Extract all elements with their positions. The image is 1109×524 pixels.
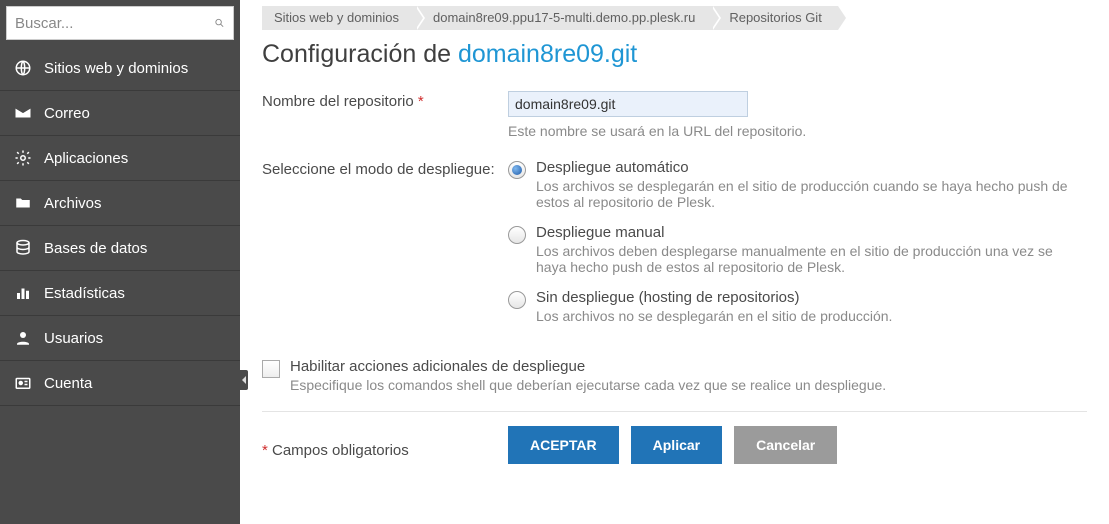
checkbox-icon[interactable] [262, 360, 280, 378]
id-card-icon [14, 374, 32, 392]
divider [262, 411, 1087, 412]
deploy-mode-none[interactable]: Sin despliegue (hosting de repositorios)… [508, 289, 1087, 324]
nav-item-label: Estadísticas [44, 285, 125, 302]
breadcrumb-item[interactable]: Repositorios Git [711, 6, 837, 30]
nav-websites-domains[interactable]: Sitios web y dominios [0, 46, 240, 91]
nav-item-label: Usuarios [44, 330, 103, 347]
search-icon[interactable] [214, 15, 225, 31]
option-title: Sin despliegue (hosting de repositorios) [536, 289, 892, 306]
database-icon [14, 239, 32, 257]
nav-applications[interactable]: Aplicaciones [0, 136, 240, 181]
option-title: Despliegue automático [536, 159, 1087, 176]
enable-additional-actions[interactable]: Habilitar acciones adicionales de despli… [262, 358, 1087, 393]
nav-mail[interactable]: Correo [0, 91, 240, 136]
checkbox-desc: Especifique los comandos shell que deber… [290, 377, 886, 393]
option-desc: Los archivos deben desplegarse manualmen… [536, 243, 1087, 275]
nav-account[interactable]: Cuenta [0, 361, 240, 406]
nav-item-label: Correo [44, 105, 90, 122]
breadcrumb-item[interactable]: domain8re09.ppu17-5-multi.demo.pp.plesk.… [415, 6, 711, 30]
option-desc: Los archivos se desplegarán en el sitio … [536, 178, 1087, 210]
page-title-prefix: Configuración de [262, 40, 458, 68]
repo-name-hint: Este nombre se usará en la URL del repos… [508, 123, 1087, 139]
option-desc: Los archivos no se desplegarán en el sit… [536, 308, 892, 324]
nav-item-label: Bases de datos [44, 240, 147, 257]
accept-button[interactable]: ACEPTAR [508, 426, 619, 464]
cancel-button[interactable]: Cancelar [734, 426, 837, 464]
bar-chart-icon [14, 284, 32, 302]
nav-statistics[interactable]: Estadísticas [0, 271, 240, 316]
deploy-mode-label: Seleccione el modo de despliegue: [262, 159, 508, 178]
page-title: Configuración de domain8re09.git [262, 40, 1087, 69]
search-input[interactable] [15, 15, 214, 32]
nav-users[interactable]: Usuarios [0, 316, 240, 361]
deploy-mode-manual[interactable]: Despliegue manual Los archivos deben des… [508, 224, 1087, 275]
globe-icon [14, 59, 32, 77]
search-wrap [6, 6, 234, 40]
breadcrumb: Sitios web y dominios domain8re09.ppu17-… [262, 6, 1087, 30]
repo-name-label: Nombre del repositorio * [262, 91, 508, 110]
gear-icon [14, 149, 32, 167]
radio-icon[interactable] [508, 291, 526, 309]
apply-button[interactable]: Aplicar [631, 426, 722, 464]
required-note-text: Campos obligatorios [268, 442, 409, 459]
user-icon [14, 329, 32, 347]
nav-files[interactable]: Archivos [0, 181, 240, 226]
nav-item-label: Aplicaciones [44, 150, 128, 167]
repo-name-label-text: Nombre del repositorio [262, 93, 418, 110]
main-content: Sitios web y dominios domain8re09.ppu17-… [240, 0, 1109, 480]
repo-name-input[interactable] [508, 91, 748, 117]
nav-item-label: Archivos [44, 195, 102, 212]
mail-icon [14, 104, 32, 122]
page-title-repo-link[interactable]: domain8re09.git [458, 40, 637, 68]
nav-databases[interactable]: Bases de datos [0, 226, 240, 271]
radio-icon[interactable] [508, 226, 526, 244]
nav-item-label: Sitios web y dominios [44, 60, 188, 77]
sidebar: Sitios web y dominios Correo Aplicacione… [0, 0, 240, 524]
required-fields-note: * Campos obligatorios [262, 432, 508, 459]
breadcrumb-item[interactable]: Sitios web y dominios [262, 6, 415, 30]
folder-icon [14, 194, 32, 212]
nav-item-label: Cuenta [44, 375, 92, 392]
radio-icon[interactable] [508, 161, 526, 179]
required-asterisk: * [418, 93, 424, 110]
checkbox-title: Habilitar acciones adicionales de despli… [290, 358, 886, 375]
deploy-mode-auto[interactable]: Despliegue automático Los archivos se de… [508, 159, 1087, 210]
option-title: Despliegue manual [536, 224, 1087, 241]
